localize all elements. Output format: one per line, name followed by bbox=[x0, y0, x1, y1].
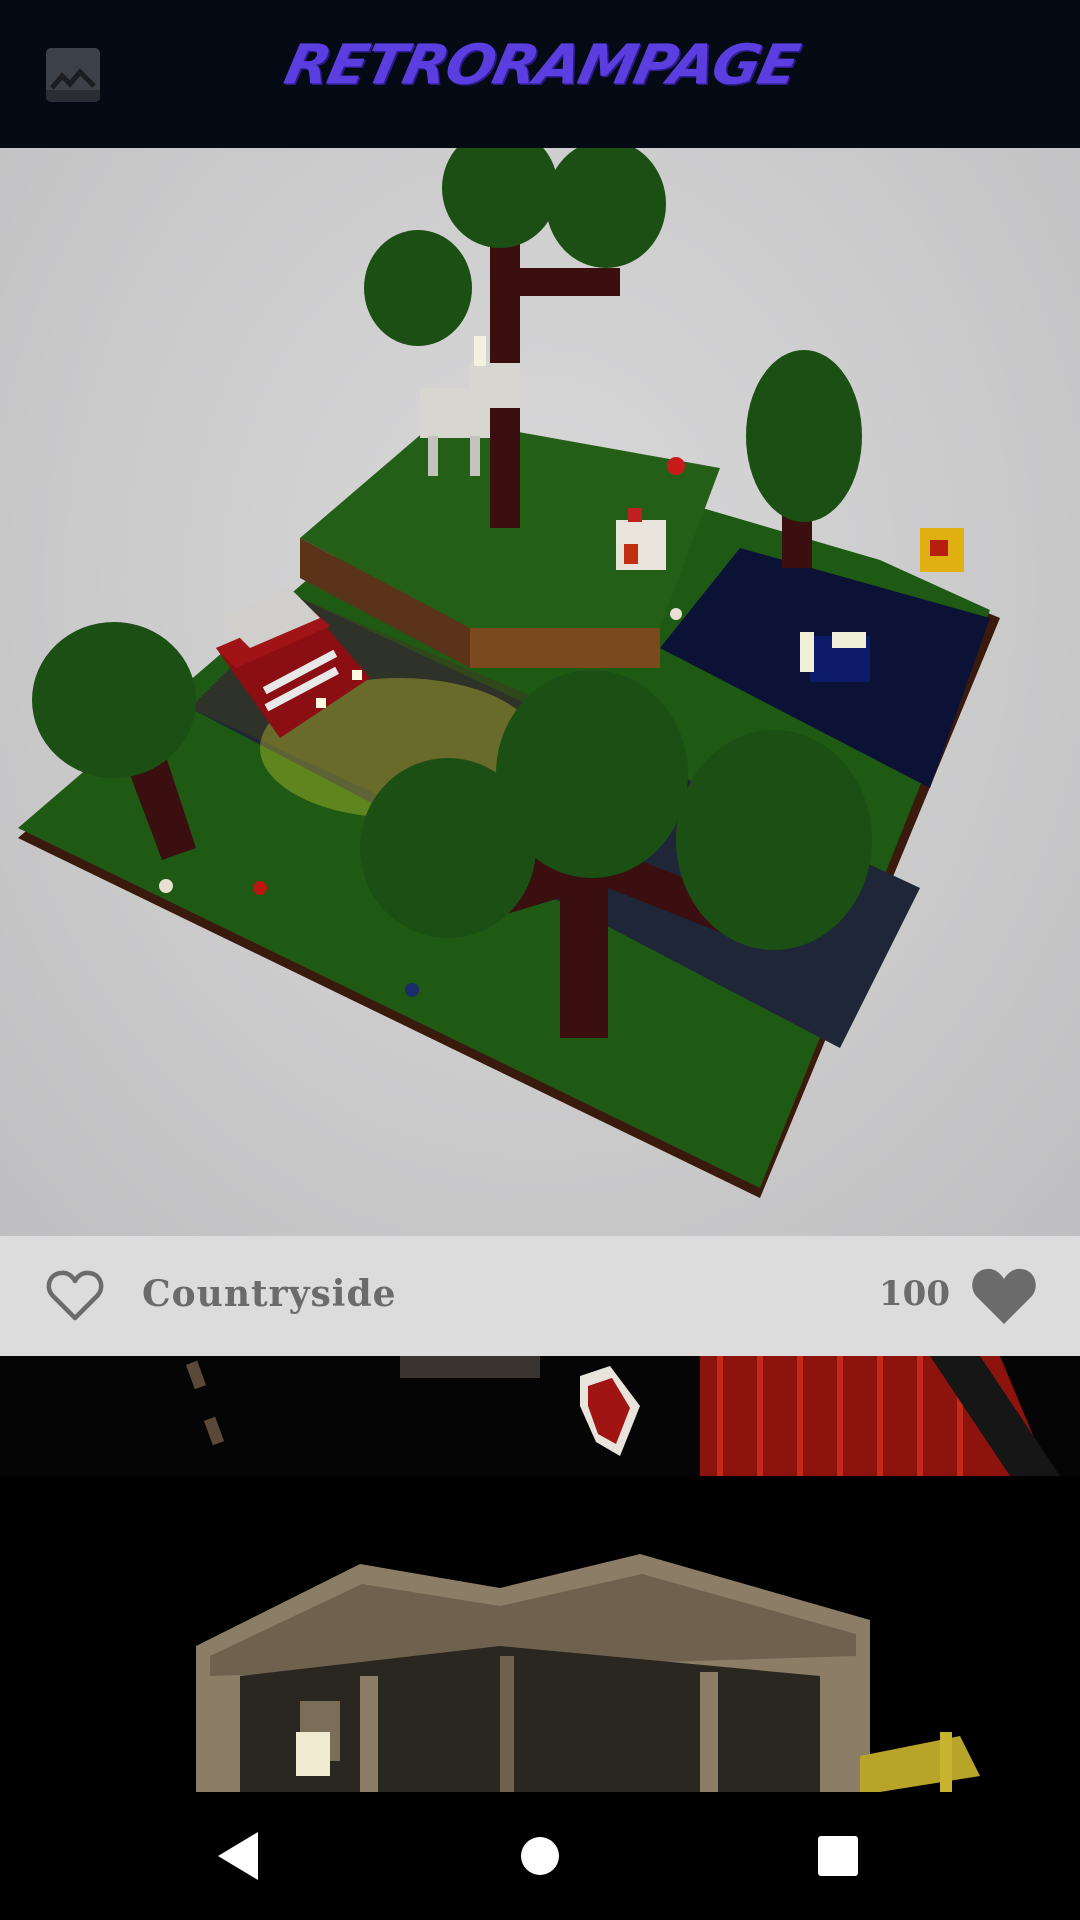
square-recents-icon[interactable] bbox=[808, 1826, 868, 1886]
scene-image-countryside[interactable] bbox=[0, 148, 1080, 1236]
app-bar: RETRORAMPAGE bbox=[0, 0, 1080, 148]
heart-filled-icon[interactable] bbox=[970, 1264, 1038, 1326]
system-nav-bar bbox=[0, 1792, 1080, 1920]
like-count: 100 bbox=[879, 1274, 950, 1314]
scene-image-next[interactable] bbox=[0, 1356, 1080, 1792]
heart-outline-icon[interactable] bbox=[46, 1268, 104, 1322]
scene-title: Countryside bbox=[142, 1273, 397, 1315]
app-title: RETRORAMPAGE bbox=[279, 32, 804, 97]
triangle-back-icon[interactable] bbox=[208, 1826, 268, 1886]
circle-home-icon[interactable] bbox=[510, 1826, 570, 1886]
